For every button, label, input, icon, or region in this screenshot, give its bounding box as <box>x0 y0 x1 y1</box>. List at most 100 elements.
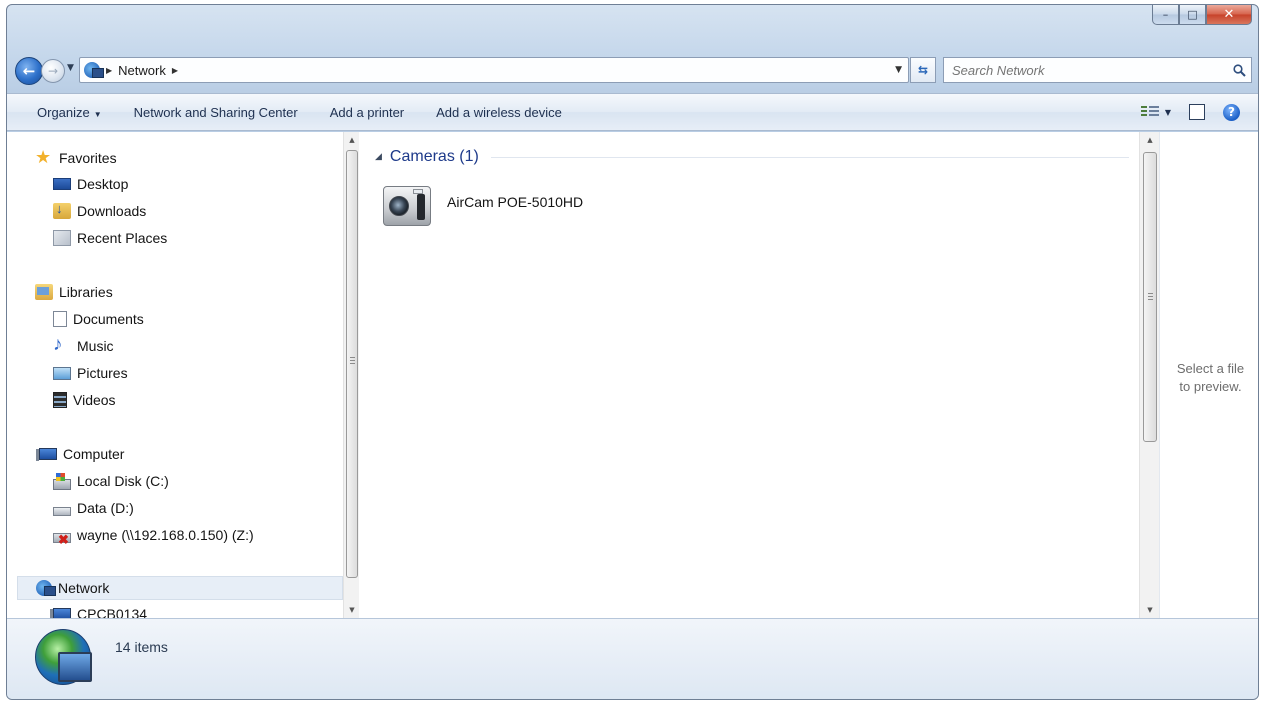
nav-item-music[interactable]: Music <box>53 334 114 358</box>
local-disk-icon <box>53 472 71 490</box>
nav-label: Local Disk (C:) <box>77 473 169 489</box>
recent-places-icon <box>53 230 71 246</box>
search-input[interactable] <box>944 62 1227 78</box>
back-button[interactable]: ← <box>15 57 43 85</box>
command-bar: Organize ▼ Network and Sharing Center Add… <box>7 93 1258 131</box>
libraries-icon <box>35 284 53 300</box>
nav-item-local-disk[interactable]: Local Disk (C:) <box>53 469 169 493</box>
organize-label: Organize <box>37 104 90 120</box>
address-bar[interactable]: ▶ Network ▶ ▼ <box>79 57 909 83</box>
nav-label: Documents <box>73 311 144 327</box>
nav-label: Data (D:) <box>77 500 134 516</box>
toolbar-right-group: ▼ ? <box>1140 103 1258 121</box>
help-icon[interactable]: ? <box>1223 103 1240 121</box>
add-wireless-device-button[interactable]: Add a wireless device <box>420 105 578 120</box>
nav-label: Desktop <box>77 176 129 192</box>
collapse-triangle-icon[interactable]: ◢ <box>375 152 382 162</box>
content-area: Favorites Desktop Downloads Recent Place… <box>7 132 1258 618</box>
drive-icon <box>53 506 71 516</box>
file-list-pane: ◢ Cameras (1) AirCam POE-5010HD <box>359 132 1139 618</box>
preview-pane-toggle-icon[interactable] <box>1189 104 1205 120</box>
nav-item-computer[interactable]: Computer <box>36 442 125 466</box>
breadcrumb-separator-icon[interactable]: ▶ <box>172 66 178 75</box>
nav-item-libraries[interactable]: Libraries <box>35 280 113 304</box>
preview-line-2: to preview. <box>1179 379 1242 394</box>
preview-line-1: Select a file <box>1176 361 1245 376</box>
nav-label: CPCB0134 <box>77 606 148 618</box>
address-dropdown-button[interactable]: ▼ <box>889 65 908 75</box>
caption-buttons: – □ ✕ <box>1152 5 1252 25</box>
grip-icon <box>350 357 355 365</box>
breadcrumb-network[interactable]: Network <box>118 63 166 78</box>
nav-item-cpcb0134[interactable]: CPCB0134 <box>50 602 148 618</box>
add-printer-button[interactable]: Add a printer <box>314 105 420 120</box>
group-title: Cameras (1) <box>389 148 479 165</box>
nav-item-favorites[interactable]: Favorites <box>35 146 117 170</box>
nav-label: Recent Places <box>77 230 168 246</box>
nav-label: Videos <box>73 392 116 408</box>
close-button[interactable]: ✕ <box>1206 5 1252 25</box>
scrollbar-thumb[interactable] <box>346 150 358 578</box>
nav-label: Computer <box>63 446 125 462</box>
scroll-down-icon[interactable]: ▼ <box>1140 602 1160 618</box>
search-box[interactable] <box>943 57 1252 83</box>
group-divider <box>490 156 1129 158</box>
forward-button[interactable]: → <box>41 59 65 83</box>
nav-item-network-drive[interactable]: wayne (\\192.168.0.150) (Z:) <box>53 523 254 548</box>
group-header-cameras[interactable]: ◢ Cameras (1) <box>375 148 1129 166</box>
change-view-button[interactable]: ▼ <box>1140 105 1171 119</box>
network-globe-icon <box>35 629 92 685</box>
network-globe-icon <box>36 580 56 596</box>
scrollbar-thumb[interactable] <box>1143 152 1157 442</box>
music-icon <box>53 334 71 356</box>
scroll-down-icon[interactable]: ▼ <box>344 602 359 618</box>
network-globe-icon <box>84 62 104 78</box>
device-label: AirCam POE-5010HD <box>447 194 584 210</box>
videos-icon <box>53 392 67 408</box>
preview-pane: Select a file to preview. <box>1159 132 1258 618</box>
nav-item-desktop[interactable]: Desktop <box>53 172 128 196</box>
chevron-down-icon: ▼ <box>1164 107 1171 117</box>
recent-pages-button[interactable]: ▼ <box>67 63 74 73</box>
camera-icon <box>379 180 435 230</box>
explorer-window: – □ ✕ ← → ▼ ▶ Network ▶ ▼ ⇆ Organize▼ N <box>6 4 1259 700</box>
nav-label: Downloads <box>77 203 147 219</box>
nav-item-downloads[interactable]: Downloads <box>53 199 146 223</box>
nav-item-network[interactable]: Network <box>17 576 343 600</box>
navigation-row: ← → ▼ ▶ Network ▶ ▼ ⇆ <box>7 53 1258 89</box>
device-item[interactable]: AirCam POE-5010HD <box>379 180 679 240</box>
search-button[interactable] <box>1227 63 1251 77</box>
nav-item-documents[interactable]: Documents <box>53 307 144 331</box>
scroll-up-icon[interactable]: ▲ <box>1140 132 1160 148</box>
grip-icon <box>1148 293 1153 301</box>
navigation-pane: Favorites Desktop Downloads Recent Place… <box>7 132 359 618</box>
refresh-icon: ⇆ <box>917 63 929 77</box>
organize-button[interactable]: Organize ▼ <box>7 105 118 120</box>
network-sharing-center-button[interactable]: Network and Sharing Center <box>118 105 314 120</box>
document-icon <box>53 311 67 327</box>
nav-item-data-drive[interactable]: Data (D:) <box>53 496 134 520</box>
search-icon <box>1232 63 1246 77</box>
file-list-scrollbar[interactable]: ▲ ▼ <box>1139 132 1159 618</box>
nav-label: Network <box>58 580 110 596</box>
refresh-button[interactable]: ⇆ <box>910 57 936 83</box>
nav-pane-scrollbar[interactable]: ▲ ▼ <box>343 132 359 618</box>
computer-icon <box>36 448 57 461</box>
breadcrumb-separator-icon[interactable]: ▶ <box>106 66 112 75</box>
star-icon <box>35 147 53 168</box>
nav-label: Pictures <box>77 365 128 381</box>
pictures-icon <box>53 366 71 380</box>
nav-item-pictures[interactable]: Pictures <box>53 361 128 385</box>
disconnected-drive-icon <box>53 532 71 548</box>
maximize-button[interactable]: □ <box>1179 5 1206 25</box>
nav-label: Music <box>77 338 114 354</box>
nav-item-recent-places[interactable]: Recent Places <box>53 226 167 250</box>
chevron-down-icon: ▼ <box>67 63 74 73</box>
back-arrow-icon: ← <box>22 62 36 80</box>
forward-arrow-icon: → <box>47 64 59 78</box>
scroll-up-icon[interactable]: ▲ <box>344 132 359 148</box>
computer-icon <box>50 608 71 618</box>
item-count: 14 items <box>115 639 168 655</box>
nav-item-videos[interactable]: Videos <box>53 388 116 412</box>
minimize-button[interactable]: – <box>1152 5 1179 25</box>
